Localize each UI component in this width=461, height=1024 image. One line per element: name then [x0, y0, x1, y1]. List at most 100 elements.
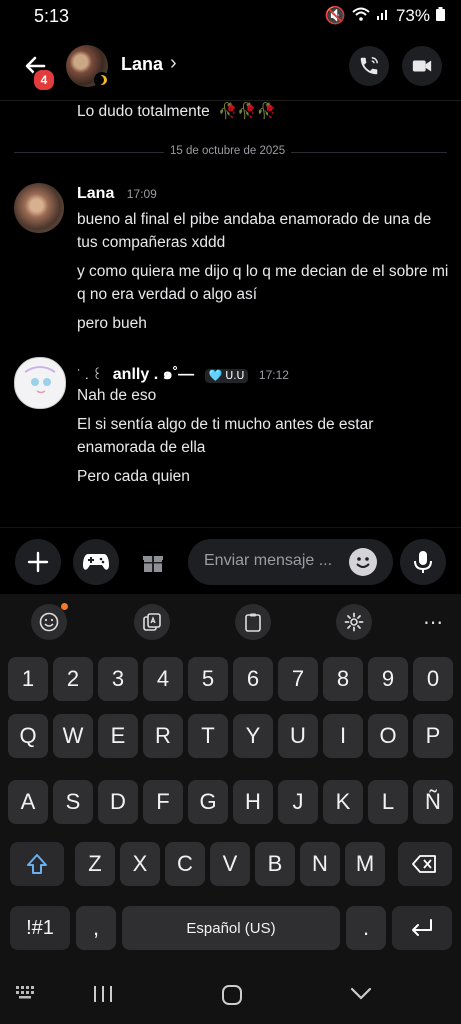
recents-icon	[94, 986, 112, 1002]
rose-emojis: 🥀🥀🥀	[218, 103, 276, 120]
signal-icon	[376, 6, 390, 26]
key-i[interactable]: I	[323, 714, 363, 758]
avatar[interactable]	[14, 183, 64, 233]
smiley-icon	[356, 557, 370, 568]
message-timestamp: 17:12	[258, 368, 289, 382]
composer-bar: Enviar mensaje ...	[0, 527, 461, 594]
key-z[interactable]: Z	[75, 842, 115, 886]
message-author-row: Lana 17:09	[77, 185, 157, 203]
key-e[interactable]: E	[98, 714, 138, 758]
message-text[interactable]: y como quiera me dijo q lo q me decian d…	[77, 260, 455, 306]
battery-icon	[436, 6, 445, 26]
video-call-button[interactable]	[402, 46, 442, 86]
keyboard-settings-button[interactable]	[336, 604, 372, 640]
key-y[interactable]: Y	[233, 714, 273, 758]
key-6[interactable]: 6	[233, 657, 273, 701]
key-v[interactable]: V	[210, 842, 250, 886]
message-timestamp: 17:09	[126, 187, 157, 201]
key-q[interactable]: Q	[8, 714, 48, 758]
key-a[interactable]: A	[8, 780, 48, 824]
key-f[interactable]: F	[143, 780, 183, 824]
emoji-picker-icon[interactable]	[349, 548, 377, 576]
home-icon	[222, 985, 242, 1005]
key-2[interactable]: 2	[53, 657, 93, 701]
video-camera-icon	[412, 60, 432, 72]
back-nav-button[interactable]	[350, 986, 372, 1007]
battery-text: 73%	[395, 6, 430, 25]
space-bar[interactable]: Español (US)	[122, 906, 340, 950]
key-r[interactable]: R	[143, 714, 183, 758]
games-button[interactable]	[73, 539, 119, 585]
home-button[interactable]	[221, 984, 243, 1011]
message-text[interactable]: Nah de eso	[77, 384, 453, 407]
key-m[interactable]: M	[345, 842, 385, 886]
input-placeholder: Enviar mensaje ...	[204, 552, 333, 569]
chevron-right-icon[interactable]: ›	[170, 52, 177, 75]
keyboard-hide-icon[interactable]	[16, 986, 38, 1007]
key-k[interactable]: K	[323, 780, 363, 824]
chat-title[interactable]: Lana	[121, 54, 163, 75]
key-w[interactable]: W	[53, 714, 93, 758]
message-text[interactable]: pero bueh	[77, 312, 453, 335]
voice-message-button[interactable]	[400, 539, 446, 585]
status-bar: 5:13 🔇 73%	[0, 0, 461, 34]
key-c[interactable]: C	[165, 842, 205, 886]
key-p[interactable]: P	[413, 714, 453, 758]
key-x[interactable]: X	[120, 842, 160, 886]
key-o[interactable]: O	[368, 714, 408, 758]
period-key[interactable]: .	[346, 906, 386, 950]
more-options-icon[interactable]: ⋯	[423, 604, 443, 640]
key-d[interactable]: D	[98, 780, 138, 824]
enter-arrow-icon	[412, 919, 432, 936]
keyboard-ai-button[interactable]	[134, 604, 170, 640]
symbols-key[interactable]: !#1	[10, 906, 70, 950]
keyboard-clipboard-button[interactable]	[235, 604, 271, 640]
key-l[interactable]: L	[368, 780, 408, 824]
backspace-icon	[412, 855, 436, 873]
message-text[interactable]: bueno al final el pibe andaba enamorado …	[77, 208, 453, 254]
key-0[interactable]: 0	[413, 657, 453, 701]
status-icons: 🔇 73%	[325, 6, 445, 26]
shift-key[interactable]	[10, 842, 64, 886]
moon-status-icon	[94, 72, 110, 88]
key-h[interactable]: H	[233, 780, 273, 824]
previous-message: Lo dudo totalmente 🥀🥀🥀	[77, 100, 276, 123]
author-name[interactable]: anlly . ๑˚—	[113, 366, 194, 383]
key-u[interactable]: U	[278, 714, 318, 758]
shift-arrow-icon	[27, 854, 47, 874]
message-text[interactable]: Pero cada quien	[77, 465, 453, 488]
key-1[interactable]: 1	[8, 657, 48, 701]
voice-call-button[interactable]	[349, 46, 389, 86]
date-label: 15 de octubre de 2025	[164, 145, 292, 157]
key-s[interactable]: S	[53, 780, 93, 824]
message-text: Lo dudo totalmente	[77, 103, 210, 120]
message-text[interactable]: El si sentía algo de ti mucho antes de e…	[77, 413, 432, 459]
author-name[interactable]: Lana	[77, 185, 114, 202]
enter-key[interactable]	[392, 906, 452, 950]
key-3[interactable]: 3	[98, 657, 138, 701]
key-8[interactable]: 8	[323, 657, 363, 701]
add-attachment-button[interactable]	[15, 539, 61, 585]
comma-key[interactable]: ,	[76, 906, 116, 950]
writing-assist-icon	[143, 613, 161, 631]
backspace-key[interactable]	[398, 842, 452, 886]
key-enye[interactable]: Ñ	[413, 780, 453, 824]
message-input[interactable]: Enviar mensaje ...	[188, 539, 393, 585]
gift-icon	[143, 556, 163, 572]
anime-avatar-icon	[24, 366, 56, 394]
key-t[interactable]: T	[188, 714, 228, 758]
recent-apps-button[interactable]	[92, 984, 114, 1009]
key-4[interactable]: 4	[143, 657, 183, 701]
gift-button[interactable]	[130, 539, 176, 585]
key-b[interactable]: B	[255, 842, 295, 886]
smiley-icon	[39, 612, 59, 632]
key-j[interactable]: J	[278, 780, 318, 824]
plus-icon	[27, 551, 49, 573]
key-9[interactable]: 9	[368, 657, 408, 701]
key-7[interactable]: 7	[278, 657, 318, 701]
key-n[interactable]: N	[300, 842, 340, 886]
key-g[interactable]: G	[188, 780, 228, 824]
key-5[interactable]: 5	[188, 657, 228, 701]
avatar[interactable]	[14, 357, 66, 409]
mute-icon: 🔇	[324, 6, 346, 25]
